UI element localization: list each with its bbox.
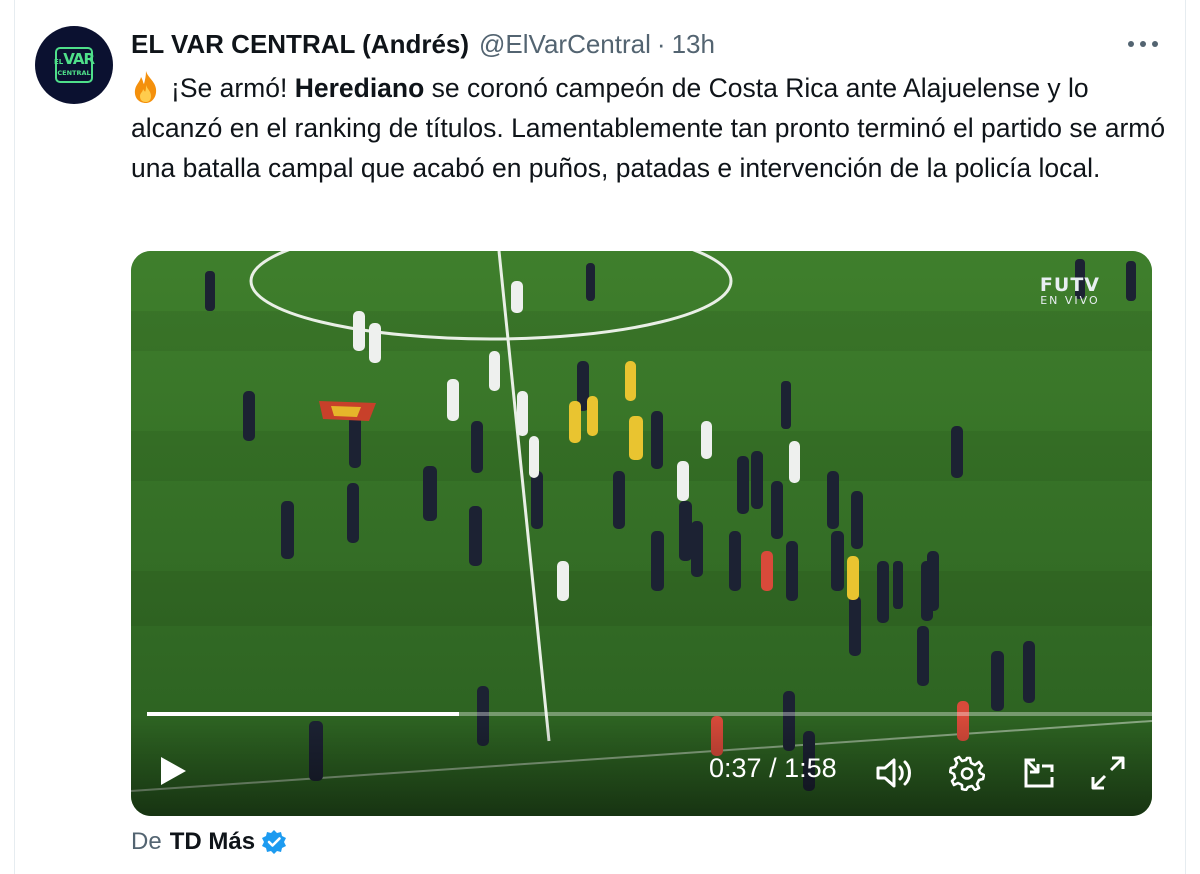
avatar-logo: ELVAR CENTRAL — [54, 47, 95, 83]
tweet-timestamp[interactable]: 13h — [672, 29, 715, 60]
video-duration: 1:58 — [784, 753, 837, 783]
broadcaster-logo: FUTV EN VIVO — [1040, 275, 1100, 307]
header-separator: · — [656, 28, 666, 59]
fire-emoji-icon — [134, 71, 157, 103]
video-progress-bar[interactable] — [147, 712, 1152, 716]
more-horizontal-icon — [1128, 41, 1158, 47]
tweet-text-intro: ¡Se armó! — [171, 73, 295, 103]
broadcaster-name: FUTV — [1039, 274, 1100, 296]
media-attribution: De TD Más — [131, 824, 287, 860]
author-handle[interactable]: @ElVarCentral — [479, 29, 651, 60]
fullscreen-icon — [1091, 756, 1125, 790]
fullscreen-button[interactable] — [1086, 751, 1130, 795]
current-time: 0:37 — [709, 753, 762, 783]
tweet-text: ¡Se armó! Herediano se coronó campeón de… — [131, 68, 1171, 188]
tweet-header: EL VAR CENTRAL (Andrés) @ElVarCentral · … — [131, 26, 715, 62]
video-controls-overlay — [131, 716, 1152, 816]
tweet-text-bold: Herediano — [294, 73, 425, 103]
settings-button[interactable] — [945, 751, 989, 795]
avatar-logo-prefix: EL — [54, 58, 64, 66]
video-progress-fill — [147, 712, 459, 716]
verified-badge-icon — [262, 830, 287, 854]
volume-icon — [876, 758, 911, 788]
avatar-logo-sub: CENTRAL — [57, 69, 91, 77]
gear-icon — [949, 755, 985, 791]
broadcaster-live-label: EN VIVO — [1040, 294, 1100, 307]
attribution-prefix: De — [131, 828, 162, 855]
play-icon — [161, 757, 186, 785]
avatar-logo-main: VAR — [63, 50, 95, 68]
author-name[interactable]: EL VAR CENTRAL (Andrés) — [131, 29, 469, 60]
avatar[interactable]: ELVAR CENTRAL — [35, 26, 113, 104]
time-separator: / — [761, 753, 785, 783]
video-timecode: 0:37 / 1:58 — [709, 753, 837, 784]
more-options-button[interactable] — [1123, 28, 1163, 60]
play-button[interactable] — [153, 751, 193, 791]
popout-icon — [1024, 758, 1054, 788]
video-player[interactable]: FUTV EN VIVO 0:37 / 1:58 — [131, 251, 1152, 816]
attribution-source-link[interactable]: TD Más — [170, 828, 255, 856]
popout-button[interactable] — [1017, 751, 1061, 795]
volume-button[interactable] — [872, 751, 916, 795]
tweet-card[interactable]: ELVAR CENTRAL EL VAR CENTRAL (Andrés) @E… — [14, 0, 1186, 874]
